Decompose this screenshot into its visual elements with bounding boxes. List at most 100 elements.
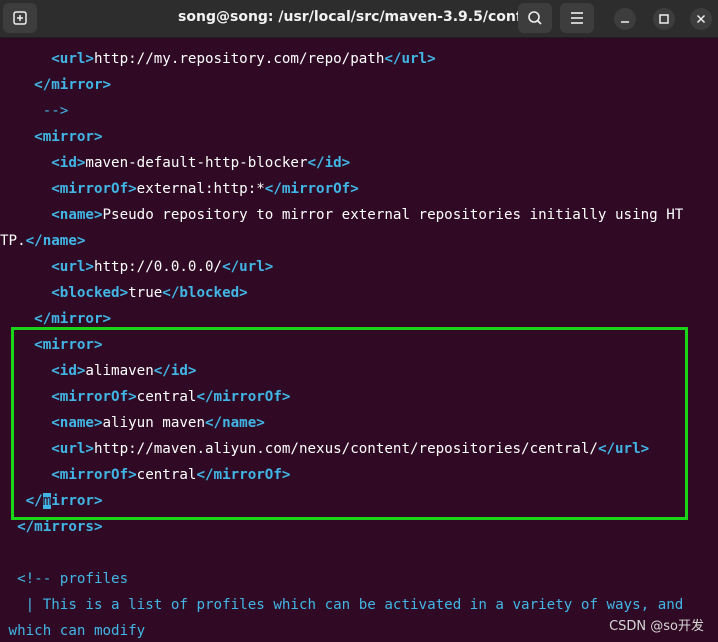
terminal-text: central [136, 467, 197, 483]
terminal-text: --> [42, 103, 69, 119]
terminal-line: <name>aliyun maven</name> [0, 410, 265, 436]
terminal-text: <mirror> [34, 129, 103, 145]
terminal-line: <mirror> [0, 124, 103, 150]
new-tab-button[interactable] [3, 3, 37, 33]
terminal-text: <id> [51, 155, 86, 171]
terminal-text: http://0.0.0.0/ [93, 259, 223, 275]
terminal-text: <url> [51, 441, 94, 457]
terminal-text: aliyun maven [102, 415, 206, 431]
terminal-text: alimaven [85, 363, 154, 379]
terminal-line: </mirrors> [0, 514, 103, 540]
terminal-text: <mirrorOf> [51, 467, 137, 483]
terminal-line: <mirrorOf>central</mirrorOf> [0, 384, 290, 410]
terminal-text: true [128, 285, 163, 301]
terminal-text: </id> [153, 363, 197, 379]
terminal-text: <url> [51, 259, 94, 275]
terminal-line: <url>http://my.repository.com/repo/path<… [0, 46, 436, 72]
window-title: song@song: /usr/local/src/maven-3.9.5/co… [178, 9, 522, 25]
terminal-line: <id>alimaven</id> [0, 358, 196, 384]
terminal-content[interactable]: <url>http://my.repository.com/repo/path<… [0, 46, 718, 642]
terminal-line: <blocked>true</blocked> [0, 280, 248, 306]
close-button[interactable] [690, 8, 712, 30]
terminal-text: <url> [51, 51, 94, 67]
terminal-text: external:http:* [136, 181, 265, 197]
terminal-text: </ [25, 493, 43, 509]
terminal-text: <!-- profiles [17, 571, 129, 587]
maximize-button[interactable] [653, 8, 675, 30]
terminal-text: </url> [597, 441, 650, 457]
terminal-text: <mirror> [34, 337, 103, 353]
terminal-text: </mirrors> [17, 519, 103, 535]
terminal-line: <mirror> [0, 332, 103, 358]
terminal-text: Pseudo repository to mirror external rep… [102, 207, 684, 223]
terminal-line: </mirror> [0, 306, 111, 332]
terminal-text: http://maven.aliyun.com/nexus/content/re… [93, 441, 598, 457]
terminal-text: </mirrorOf> [196, 467, 291, 483]
terminal-text: </url> [384, 51, 436, 67]
maximize-icon [659, 14, 669, 24]
search-icon [528, 11, 542, 25]
terminal-line: </mirror> [0, 488, 103, 514]
terminal-line: | This is a list of profiles which can b… [0, 592, 684, 618]
terminal-line: <name>Pseudo repository to mirror extern… [0, 202, 683, 228]
terminal-text: http://my.repository.com/repo/path [93, 51, 385, 67]
terminal-text: <name> [51, 415, 103, 431]
terminal-text: | This is a list of profiles which can b… [0, 597, 684, 613]
terminal-text: <name> [51, 207, 103, 223]
terminal-text: </name> [205, 415, 265, 431]
terminal-text: </mirrorOf> [264, 181, 359, 197]
terminal-text: </mirror> [34, 311, 112, 327]
menu-button[interactable] [560, 3, 594, 33]
terminal-line: <mirrorOf>external:http:*</mirrorOf> [0, 176, 359, 202]
minimize-icon [621, 21, 629, 23]
hamburger-menu-icon [571, 12, 583, 24]
terminal-text: <blocked> [51, 285, 129, 301]
terminal-text: maven-default-http-blocker [85, 155, 308, 171]
terminal-text: <mirrorOf> [51, 181, 137, 197]
terminal-line: <id>maven-default-http-blocker</id> [0, 150, 350, 176]
terminal-text: </mirrorOf> [196, 389, 291, 405]
terminal-line: --> [0, 98, 69, 124]
terminal-text: TP. [0, 233, 26, 249]
search-button[interactable] [518, 3, 552, 33]
watermark: CSDN @so开发 [609, 619, 704, 634]
terminal-line: <url>http://maven.aliyun.com/nexus/conte… [0, 436, 649, 462]
terminal-line: TP.</name> [0, 228, 85, 254]
terminal-text: </blocked> [162, 285, 248, 301]
terminal-text: irror> [51, 493, 103, 509]
close-icon [696, 14, 706, 24]
terminal-line: </mirror> [0, 72, 111, 98]
terminal-text: </mirror> [34, 77, 112, 93]
terminal-text: which can modify [0, 623, 146, 639]
terminal-text: </id> [307, 155, 351, 171]
terminal-text: </name> [25, 233, 86, 249]
text-cursor: m [42, 493, 52, 509]
terminal-line: which can modify [0, 618, 146, 642]
terminal-text: </url> [222, 259, 274, 275]
terminal-text: central [136, 389, 197, 405]
title-bar: song@song: /usr/local/src/maven-3.9.5/co… [0, 0, 718, 38]
terminal-line: <url>http://0.0.0.0/</url> [0, 254, 273, 280]
terminal-line: <mirrorOf>central</mirrorOf> [0, 462, 290, 488]
new-tab-icon [13, 11, 27, 25]
minimize-button[interactable] [614, 8, 636, 30]
terminal-text: <mirrorOf> [51, 389, 137, 405]
